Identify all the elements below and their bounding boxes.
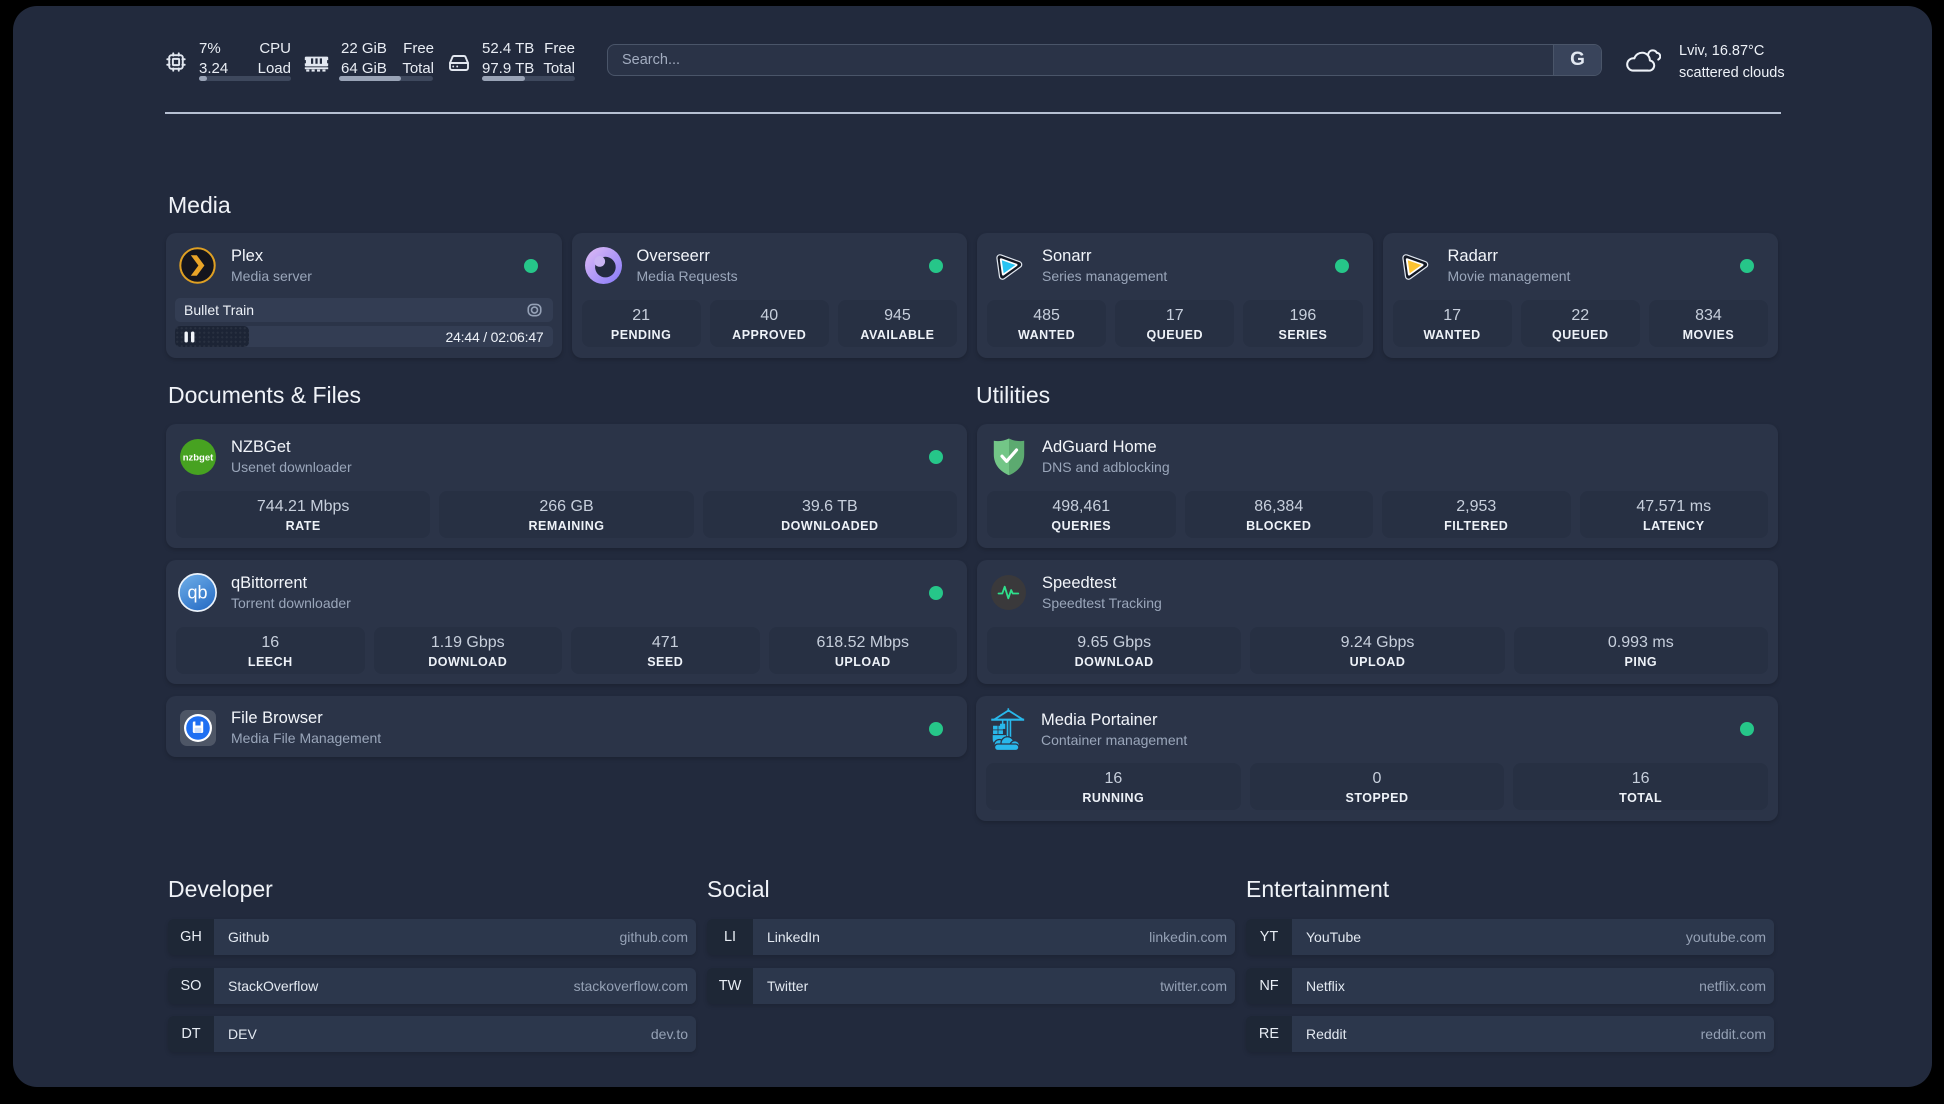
svg-text:qb: qb <box>187 583 207 603</box>
svg-text:nzbget: nzbget <box>182 452 213 463</box>
